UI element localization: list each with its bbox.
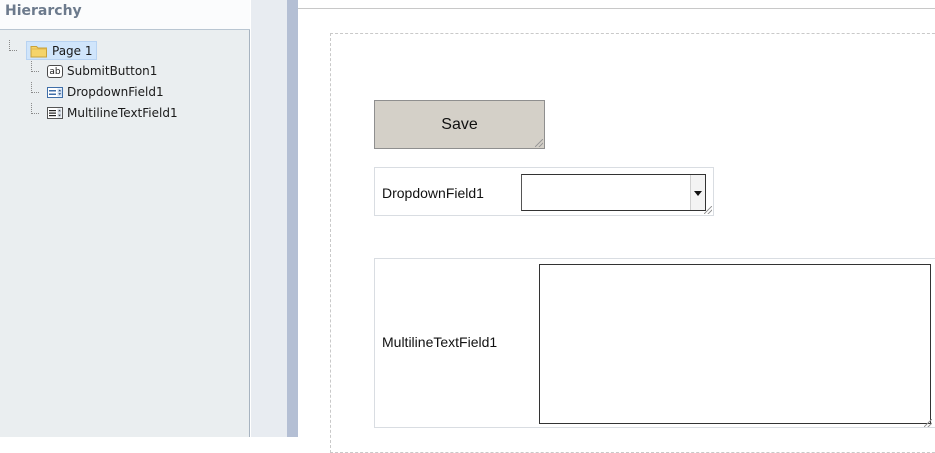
canvas-top-border — [298, 8, 935, 9]
tree-connector — [31, 82, 39, 93]
hierarchy-tree: Page 1 ab SubmitButton1 DropdownField1 M… — [0, 40, 250, 124]
tree-connector — [9, 40, 17, 51]
resize-grip-icon[interactable] — [704, 206, 712, 214]
tree-item-label: SubmitButton1 — [67, 64, 158, 78]
panel-splitter[interactable] — [287, 0, 298, 437]
multiline-textarea[interactable] — [539, 264, 931, 424]
dropdown-field-label: DropdownField1 — [382, 185, 484, 201]
tree-item-label: MultilineTextField1 — [67, 106, 178, 120]
dropdown-button[interactable] — [690, 175, 705, 210]
multiline-field-label: MultilineTextField1 — [382, 334, 498, 350]
text-button-icon: ab — [47, 64, 63, 78]
resize-grip-icon[interactable] — [535, 139, 543, 147]
tree-connector — [31, 61, 39, 72]
hierarchy-panel: Hierarchy Page 1 ab SubmitButton1 Dropdo… — [0, 0, 250, 437]
hierarchy-title: Hierarchy — [0, 0, 250, 30]
tree-item-multilinetextfield1[interactable]: MultilineTextField1 — [0, 103, 250, 124]
tree-item-submitbutton1[interactable]: ab SubmitButton1 — [0, 61, 250, 82]
tree-root-row[interactable]: Page 1 — [0, 40, 250, 61]
tree-item-label: Page 1 — [52, 43, 93, 58]
save-button[interactable]: Save — [374, 100, 545, 149]
tree-item-page-1[interactable]: Page 1 — [26, 41, 97, 60]
folder-icon — [30, 44, 48, 58]
tree-item-dropdownfield1[interactable]: DropdownField1 — [0, 82, 250, 103]
dropdown-select[interactable] — [521, 174, 706, 211]
multiline-text-icon — [47, 106, 63, 120]
chevron-down-icon — [694, 191, 702, 196]
resize-grip-icon[interactable] — [924, 419, 932, 427]
dropdown-field-icon — [47, 85, 63, 99]
save-button-label: Save — [441, 115, 478, 133]
tree-item-label: DropdownField1 — [67, 85, 164, 99]
panel-gutter — [251, 0, 287, 437]
tree-connector — [31, 103, 39, 114]
